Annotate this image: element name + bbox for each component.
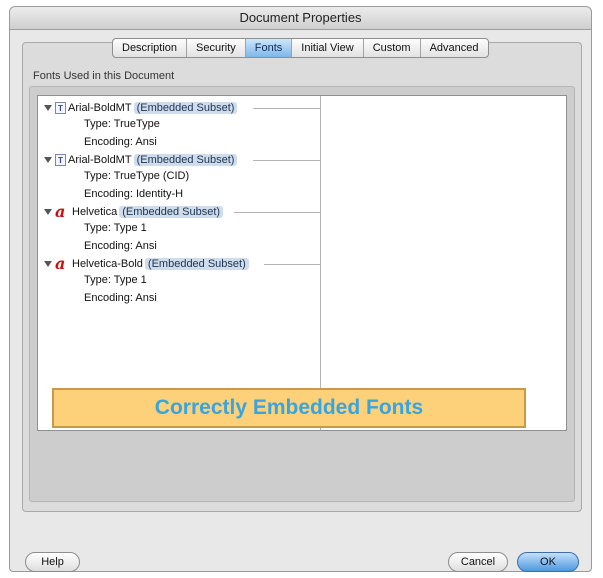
font-name: Arial-BoldMT [68, 102, 132, 114]
font-encoding: Encoding: Ansi [84, 292, 157, 304]
font-encoding: Encoding: Identity-H [84, 188, 184, 200]
font-name: Arial-BoldMT [68, 154, 132, 166]
font-name: Helvetica [72, 206, 118, 218]
fonts-list[interactable]: T Arial-BoldMT (Embedded Subset) Type: T… [37, 95, 567, 431]
font-item[interactable]: T Arial-BoldMT (Embedded Subset) [44, 152, 238, 168]
disclosure-triangle-icon[interactable] [44, 105, 52, 111]
embedded-status: (Embedded Subset) [133, 102, 238, 114]
fonts-panel: Fonts Used in this Document T Arial-Bold… [22, 42, 582, 512]
font-encoding: Encoding: Ansi [84, 240, 157, 252]
embedded-status: (Embedded Subset) [133, 154, 238, 166]
truetype-font-icon: T [55, 102, 66, 114]
font-type: Type: Type 1 [84, 222, 147, 234]
font-item[interactable]: T Arial-BoldMT (Embedded Subset) [44, 100, 238, 116]
tab-advanced[interactable]: Advanced [421, 39, 488, 57]
font-item[interactable]: a Helvetica (Embedded Subset) [44, 202, 224, 221]
disclosure-triangle-icon[interactable] [44, 261, 52, 267]
embedded-status: (Embedded Subset) [119, 206, 224, 218]
cancel-button[interactable]: Cancel [448, 552, 508, 572]
font-type: Type: TrueType [84, 118, 160, 130]
tab-custom[interactable]: Custom [364, 39, 421, 57]
fonts-group-box: T Arial-BoldMT (Embedded Subset) Type: T… [29, 86, 575, 502]
tree-connector-line [253, 160, 321, 161]
disclosure-triangle-icon[interactable] [44, 209, 52, 215]
tab-security[interactable]: Security [187, 39, 246, 57]
type1-font-icon: a [55, 254, 66, 273]
correctly-embedded-banner: Correctly Embedded Fonts [52, 388, 526, 428]
tab-fonts[interactable]: Fonts [245, 39, 293, 57]
type1-font-icon: a [55, 202, 66, 221]
help-button[interactable]: Help [25, 552, 80, 572]
list-column-divider [320, 96, 321, 430]
disclosure-triangle-icon[interactable] [44, 157, 52, 163]
embedded-status: (Embedded Subset) [144, 258, 249, 270]
font-type: Type: Type 1 [84, 274, 147, 286]
tab-bar: Description Security Fonts Initial View … [112, 38, 489, 58]
tree-connector-line [253, 108, 321, 109]
document-properties-window: Document Properties Description Security… [9, 6, 592, 572]
truetype-font-icon: T [55, 154, 66, 166]
font-encoding: Encoding: Ansi [84, 136, 157, 148]
tree-connector-line [234, 212, 321, 213]
tree-connector-line [264, 264, 321, 265]
ok-button[interactable]: OK [517, 552, 579, 572]
font-name: Helvetica-Bold [72, 258, 143, 270]
tab-initial-view[interactable]: Initial View [292, 39, 364, 57]
font-item[interactable]: a Helvetica-Bold (Embedded Subset) [44, 256, 249, 272]
tab-description[interactable]: Description [113, 39, 188, 57]
font-type: Type: TrueType (CID) [84, 170, 190, 182]
window-title: Document Properties [10, 7, 591, 30]
fonts-group-label: Fonts Used in this Document [33, 70, 175, 82]
